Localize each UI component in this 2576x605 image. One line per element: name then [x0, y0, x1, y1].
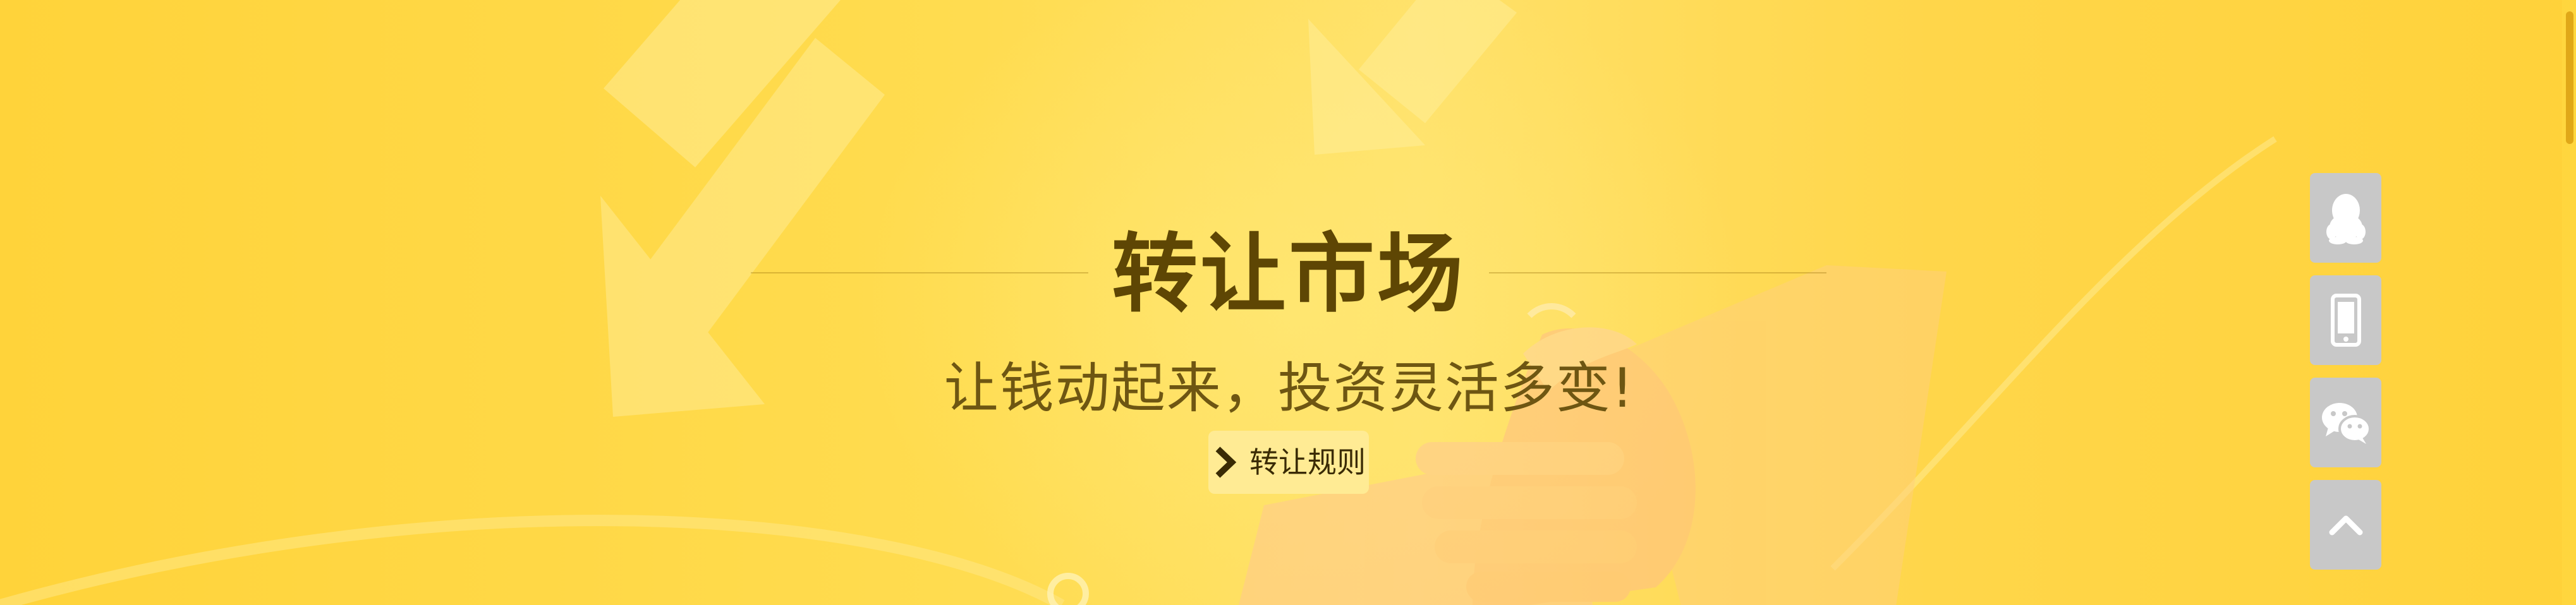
qq-contact-button[interactable] [2310, 173, 2381, 263]
transfer-market-banner: 转让市场 让钱动起来，投资灵活多变! 转让规则 [0, 0, 2576, 605]
scrollbar-thumb[interactable] [2566, 11, 2573, 144]
wechat-contact-button[interactable] [2310, 378, 2381, 467]
title-divider-right [1489, 272, 1826, 273]
chevron-right-icon [1215, 446, 1237, 478]
back-to-top-button[interactable] [2310, 480, 2381, 570]
chevron-up-icon [2329, 515, 2362, 536]
transfer-rules-label: 转让规则 [1249, 445, 1366, 479]
mobile-phone-icon [2330, 294, 2361, 347]
page-subtitle: 让钱动起来，投资灵活多变! [944, 357, 1635, 420]
mobile-app-button[interactable] [2310, 275, 2381, 365]
title-divider-left [751, 272, 1088, 273]
wechat-icon [2321, 403, 2371, 444]
curve-decoration [0, 515, 1065, 605]
page-title: 转让市场 [1112, 225, 1466, 325]
page-scrollbar[interactable] [2562, 0, 2576, 605]
transfer-rules-button[interactable]: 转让规则 [1208, 431, 1369, 494]
arrow-decoration-top-icon [1308, 0, 1517, 155]
qq-icon [2326, 194, 2366, 244]
